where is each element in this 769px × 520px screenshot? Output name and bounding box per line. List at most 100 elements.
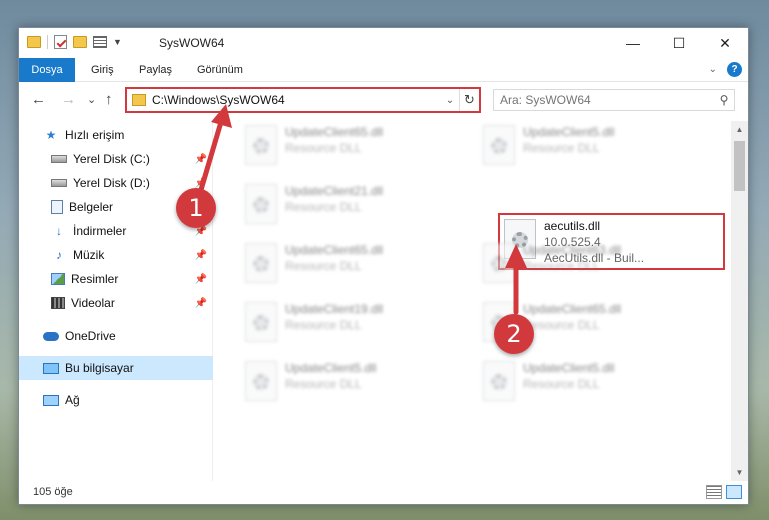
sidebar-item-onedrive[interactable]: OneDrive [19,324,213,348]
close-button[interactable]: ✕ [702,28,748,58]
search-input[interactable] [494,93,714,107]
file-type: Resource DLL [523,141,600,155]
navigation-bar: ← → ⌄ ↑ C:\Windows\SysWOW64 ⌄ ↻ ⚲ [19,83,748,117]
quick-access-toolbar: ▼ [27,35,122,49]
sidebar-item-label: Belgeler [69,200,114,214]
dll-file-icon [483,361,515,401]
maximize-button[interactable]: ☐ [656,28,702,58]
properties-icon[interactable] [54,35,67,49]
file-item[interactable]: UpdateClient5.dll Resource DLL [479,121,699,173]
network-icon [43,394,59,406]
pin-icon[interactable]: 📌 [195,178,207,189]
file-type: Resource DLL [285,200,362,214]
tab-view[interactable]: Görünüm [197,64,243,76]
chevron-down-icon[interactable]: ⌄ [441,95,459,106]
scroll-up-icon[interactable]: ▲ [731,121,748,138]
step-badge-1: 1 [176,188,216,228]
file-name: UpdateClient5.dll [523,125,615,139]
views-icon[interactable] [93,36,107,48]
ribbon: Dosya Giriş Paylaş Görünüm ⌄ ? [19,58,748,82]
search-box[interactable]: ⚲ [493,89,735,111]
file-name: UpdateClient65.dll [523,302,622,316]
file-name: UpdateClient19.dll [285,302,384,316]
recent-locations-icon[interactable]: ⌄ [87,93,96,106]
new-folder-icon[interactable] [73,36,87,48]
dll-file-icon [245,302,277,342]
dll-file-icon [483,243,515,283]
sidebar-item-label: Ağ [65,393,80,407]
file-item[interactable]: UpdateClient65.dll Resource DLL [241,121,461,173]
file-item[interactable]: UpdateClient63.dll Resource DLL [479,239,699,291]
file-type: Resource DLL [285,141,362,155]
file-item[interactable]: UpdateClient65.dll Resource DLL [241,239,461,291]
file-type: Resource DLL [285,377,362,391]
customize-toolbar-icon[interactable]: ▼ [113,37,122,47]
star-icon: ★ [45,128,57,142]
dll-file-icon [245,243,277,283]
sidebar-item-label: Hızlı erişim [65,128,125,142]
ribbon-right: ⌄ ? [709,62,742,77]
pin-icon[interactable]: 📌 [195,250,207,261]
help-icon[interactable]: ? [727,62,742,77]
file-type: Resource DLL [523,377,600,391]
sidebar-item-disk-c[interactable]: Yerel Disk (C:) 📌 [19,147,213,171]
sidebar-item-label: OneDrive [65,329,116,343]
divider [47,35,48,49]
forward-arrow-icon[interactable]: → [61,91,76,108]
download-icon: ↓ [56,224,62,238]
sidebar-item-label: Müzik [73,248,105,262]
sidebar-item-music[interactable]: ♪ Müzik 📌 [19,243,213,267]
dll-file-icon [245,361,277,401]
vertical-scrollbar[interactable]: ▲ ▼ [731,121,748,481]
dll-file-icon [245,125,277,165]
file-item[interactable]: UpdateClient5.dll Resource DLL [241,357,461,409]
expand-ribbon-icon[interactable]: ⌄ [709,64,717,75]
file-item[interactable]: UpdateClient5.dll Resource DLL [479,357,699,409]
file-type: Resource DLL [523,259,600,273]
tiles-view-icon[interactable] [726,485,742,499]
dll-file-icon [245,184,277,224]
pictures-icon [51,273,65,285]
file-item[interactable]: UpdateClient19.dll Resource DLL [241,298,461,350]
pin-icon[interactable]: 📌 [195,298,207,309]
pin-icon[interactable]: 📌 [195,154,207,165]
music-icon: ♪ [56,248,62,262]
sidebar-item-label: İndirmeler [73,224,127,238]
file-type: Resource DLL [285,259,362,273]
search-icon[interactable]: ⚲ [714,93,734,107]
address-bar[interactable]: C:\Windows\SysWOW64 ⌄ ↻ [125,87,481,113]
scroll-thumb[interactable] [734,141,745,191]
address-path[interactable]: C:\Windows\SysWOW64 [152,93,441,107]
minimize-button[interactable]: — [610,28,656,58]
up-arrow-icon[interactable]: ↑ [105,91,113,108]
tab-home[interactable]: Giriş [91,64,114,76]
tab-share[interactable]: Paylaş [139,64,172,76]
dll-file-icon [483,125,515,165]
sidebar-item-videos[interactable]: Videolar 📌 [19,291,213,315]
sidebar-item-label: Yerel Disk (C:) [73,152,150,166]
sidebar-item-label: Yerel Disk (D:) [73,176,150,190]
sidebar-item-label: Bu bilgisayar [65,361,134,375]
item-count: 105 öğe [33,486,73,498]
pin-icon[interactable]: 📌 [195,274,207,285]
back-arrow-icon[interactable]: ← [31,91,46,108]
details-view-icon[interactable] [706,485,722,499]
title-bar: ▼ SysWOW64 — ☐ ✕ [19,28,748,58]
sidebar-item-quick-access[interactable]: ★ Hızlı erişim [19,123,213,147]
file-type: Resource DLL [285,318,362,332]
file-name: UpdateClient65.dll [285,243,384,257]
sidebar-item-pictures[interactable]: Resimler 📌 [19,267,213,291]
refresh-icon[interactable]: ↻ [459,89,479,111]
window-title: SysWOW64 [159,36,225,50]
sidebar-item-label: Resimler [71,272,119,286]
sidebar-item-this-pc[interactable]: Bu bilgisayar [19,356,213,380]
sidebar-item-label: Videolar [71,296,115,310]
scroll-down-icon[interactable]: ▼ [731,464,748,481]
tab-file[interactable]: Dosya [19,58,75,82]
file-item[interactable]: UpdateClient21.dll Resource DLL [241,180,461,232]
drive-icon [51,179,67,187]
explorer-window: ▼ SysWOW64 — ☐ ✕ Dosya Giriş Paylaş Görü… [18,27,749,505]
folder-icon [132,94,146,106]
file-name: UpdateClient21.dll [285,184,384,198]
sidebar-item-network[interactable]: Ağ [19,388,213,412]
